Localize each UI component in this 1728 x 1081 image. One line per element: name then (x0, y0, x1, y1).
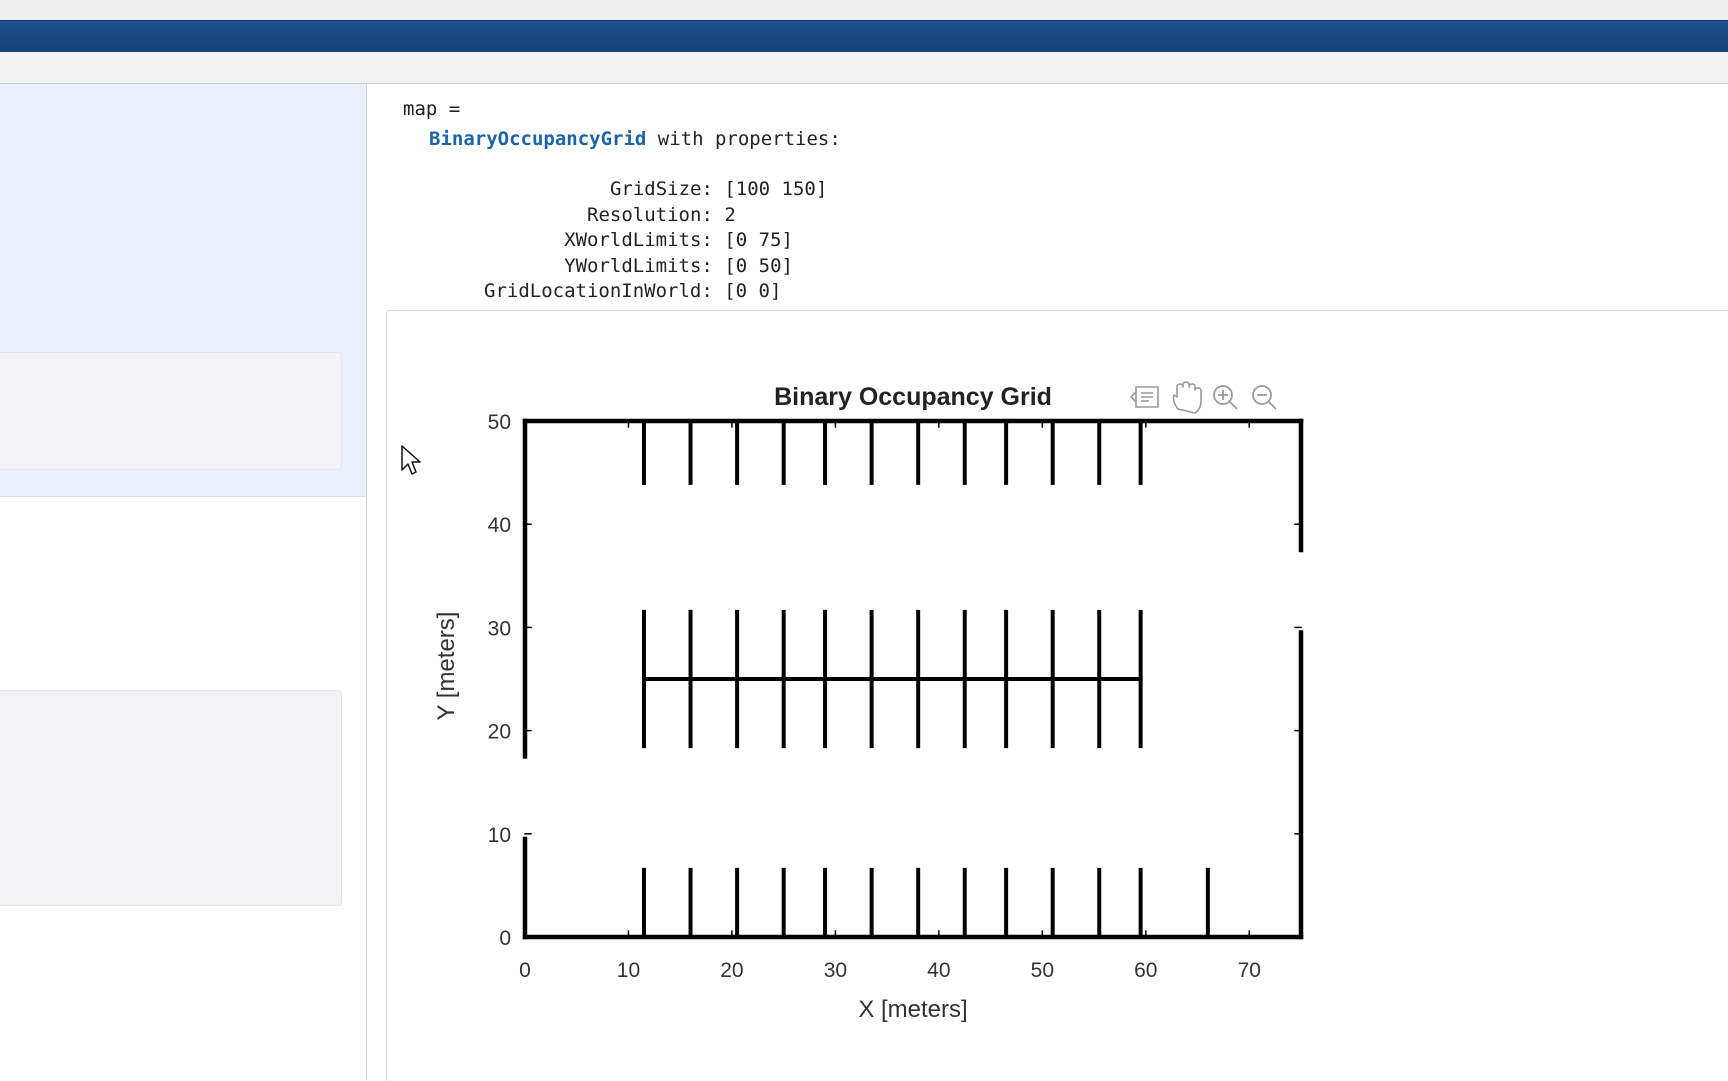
x-tick-label: 40 (927, 959, 950, 982)
property-name: XWorldLimits (564, 229, 702, 251)
property-separator: : (701, 254, 725, 277)
property-name: YWorldLimits (564, 254, 702, 277)
mouse-pointer-icon (401, 445, 421, 475)
property-row: GridSize: [100 150] (610, 178, 827, 200)
x-axis-label: X [meters] (858, 996, 967, 1023)
property-name: GridSize (609, 178, 702, 200)
zoom-out-icon[interactable] (1252, 385, 1277, 410)
data-tips-icon[interactable] (1129, 386, 1159, 408)
zoom-in-icon[interactable] (1213, 385, 1238, 410)
property-separator: : (701, 178, 725, 200)
x-tick-label: 10 (617, 959, 640, 982)
y-axis-label: Y [meters] (433, 612, 460, 721)
y-tick-label: 30 (488, 617, 511, 640)
class-name-link[interactable]: BinaryOccupancyGrid (429, 128, 646, 150)
window-top-strip (0, 0, 1728, 20)
title-bar (0, 20, 1728, 53)
x-tick-label: 0 (519, 959, 531, 982)
output-assign-line: map = (403, 98, 461, 120)
property-value: [0 50] (724, 254, 793, 277)
property-separator: : (701, 229, 725, 251)
property-value: [0 0] (724, 280, 782, 302)
x-tick-label: 50 (1031, 959, 1054, 982)
left-pane-card[interactable] (0, 690, 342, 906)
property-separator: : (701, 203, 725, 226)
property-separator: : (701, 280, 725, 302)
property-name: GridLocationInWorld (484, 280, 702, 302)
x-tick-label: 70 (1238, 959, 1261, 982)
y-tick-label: 10 (488, 824, 511, 847)
property-row: Resolution: 2 (587, 204, 736, 226)
property-value: [100 150] (724, 178, 828, 200)
left-pane (0, 84, 367, 1080)
occupancy-grid-chart: 0 10 20 30 40 50 60 70 0 10 20 30 40 50 Binary Occupa… (433, 381, 1304, 1023)
axes-toolbar (1129, 381, 1277, 414)
toolbar-strip (0, 52, 1728, 84)
chart-title: Binary Occupancy Grid (774, 383, 1052, 411)
y-tick-label: 50 (488, 411, 511, 434)
class-suffix: with properties: (646, 128, 841, 150)
property-value: 2 (724, 203, 736, 226)
pan-hand-icon[interactable] (1172, 381, 1202, 414)
property-name: Resolution (587, 203, 702, 226)
property-row: YWorldLimits: [0 50] (564, 255, 793, 277)
y-tick-label: 40 (488, 514, 511, 537)
property-row: GridLocationInWorld: [0 0] (484, 280, 781, 302)
property-row: XWorldLimits: [0 75] (564, 229, 793, 251)
figure-panel: 0 10 20 30 40 50 60 70 0 10 20 30 40 50 Binary Occupa… (386, 310, 1728, 1081)
left-pane-card[interactable] (0, 352, 342, 470)
x-tick-label: 20 (720, 959, 743, 982)
x-tick-label: 30 (824, 959, 847, 982)
x-tick-label: 60 (1134, 959, 1157, 982)
property-value: [0 75] (724, 229, 793, 251)
y-tick-label: 0 (499, 927, 511, 950)
y-tick-label: 20 (488, 721, 511, 744)
output-class-line: BinaryOccupancyGrid with properties: (429, 128, 841, 150)
